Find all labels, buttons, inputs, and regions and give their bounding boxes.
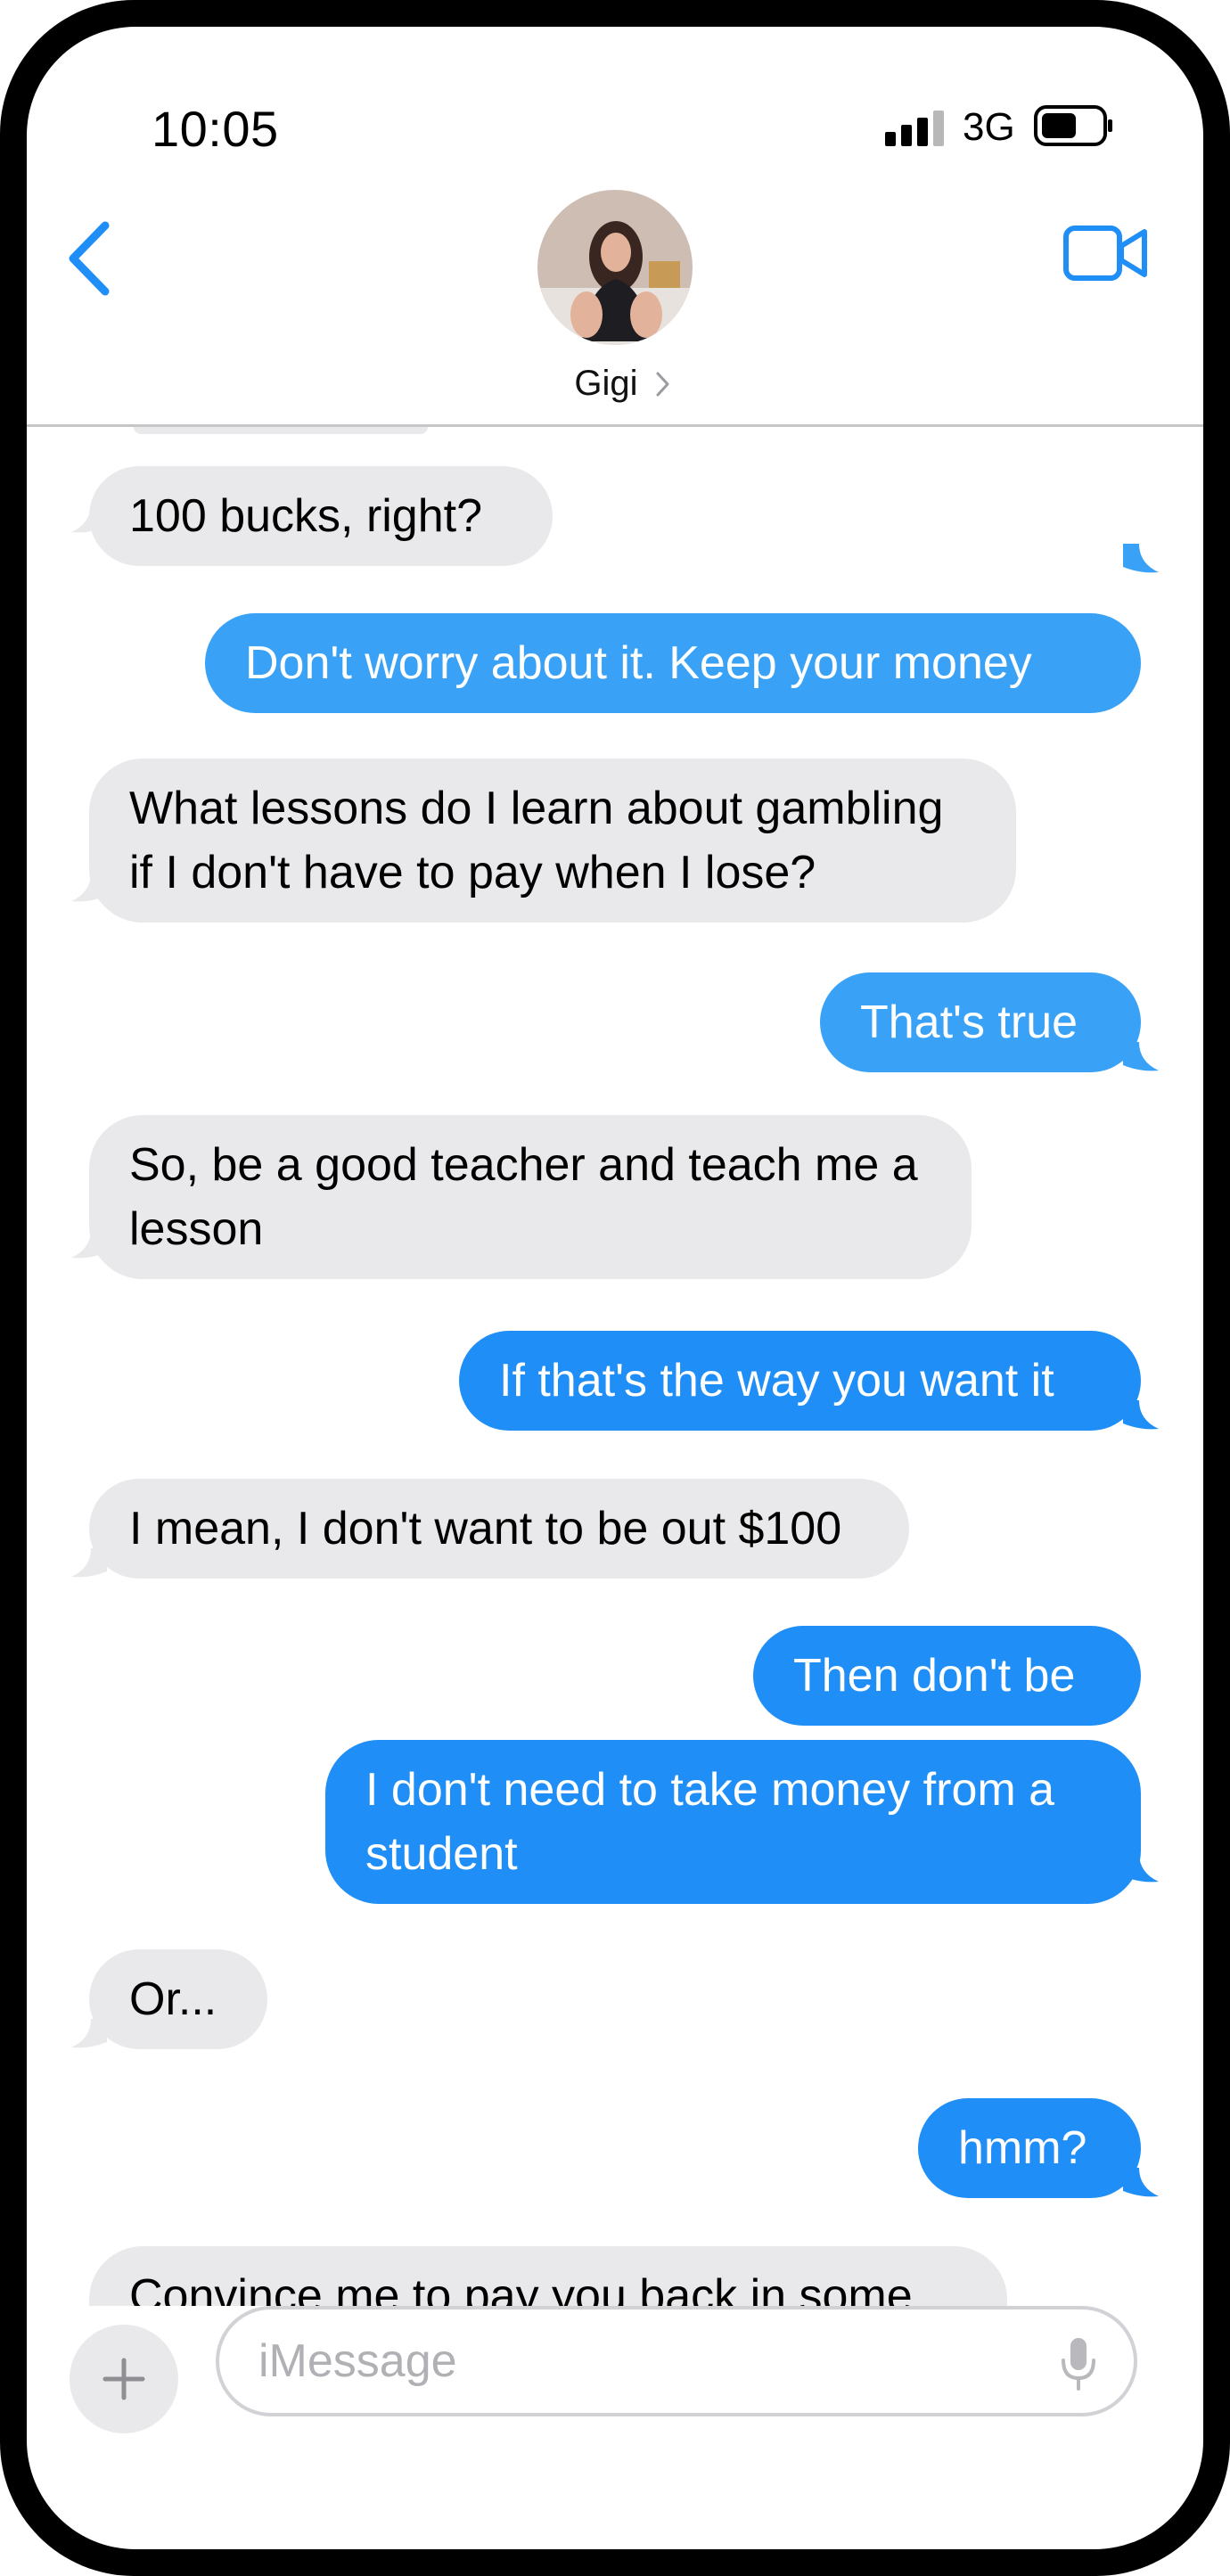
disclosure-chevron-icon[interactable] [655, 371, 671, 398]
message-input[interactable] [216, 2306, 1137, 2416]
incoming-message[interactable]: What lessons do I learn about gambling i… [89, 759, 1016, 923]
outgoing-message[interactable]: That's true [820, 972, 1141, 1072]
plus-icon [102, 2358, 145, 2400]
phone-frame: 10:05 3G Gigi 100 bucks, right? Don't wo… [0, 0, 1230, 2576]
outgoing-message[interactable]: Then don't be [753, 1626, 1141, 1726]
incoming-message[interactable]: So, be a good teacher and teach me a les… [89, 1115, 972, 1279]
message-thread[interactable]: 100 bucks, right? Don't worry about it. … [27, 427, 1203, 2306]
back-chevron-icon[interactable] [64, 218, 114, 299]
battery-icon [1034, 105, 1112, 146]
microphone-icon[interactable] [1059, 2335, 1098, 2392]
outgoing-message[interactable]: If that's the way you want it [459, 1331, 1141, 1431]
video-camera-icon[interactable] [1062, 225, 1150, 282]
outgoing-bubble-tail [1123, 544, 1159, 573]
previous-message-edge [134, 427, 428, 434]
outgoing-message[interactable]: I don't need to take money from a studen… [325, 1740, 1141, 1904]
incoming-message[interactable]: Or... [89, 1949, 267, 2049]
avatar-photo [537, 190, 693, 345]
incoming-message[interactable]: I mean, I don't want to be out $100 [89, 1479, 909, 1579]
outgoing-message[interactable]: hmm? [918, 2098, 1141, 2198]
phone-screen: 10:05 3G Gigi 100 bucks, right? Don't wo… [27, 27, 1203, 2549]
incoming-message[interactable]: Convince me to pay you back in some [89, 2246, 1007, 2306]
incoming-message[interactable]: 100 bucks, right? [89, 466, 553, 566]
status-time: 10:05 [152, 101, 279, 157]
contact-avatar[interactable] [537, 190, 693, 345]
apps-plus-button[interactable] [70, 2325, 178, 2433]
signal-strength-icon [885, 111, 944, 146]
outgoing-message[interactable]: Don't worry about it. Keep your money [205, 613, 1141, 713]
network-type: 3G [963, 105, 1015, 149]
